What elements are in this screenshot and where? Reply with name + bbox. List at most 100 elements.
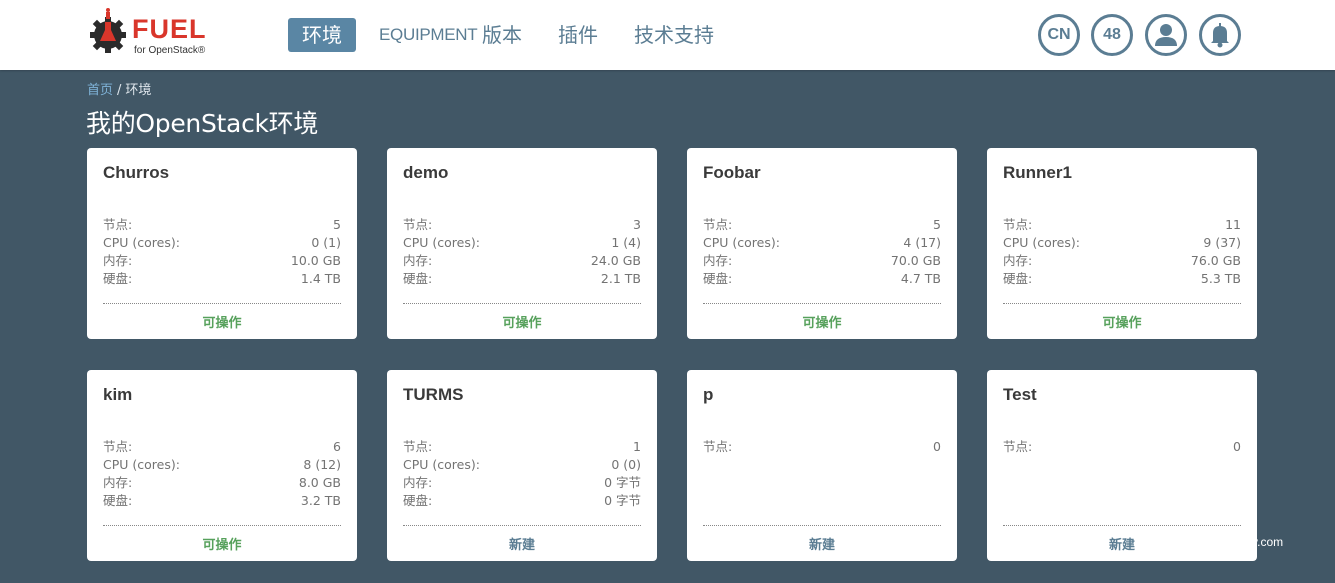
environment-name: Churros [103,163,170,182]
stat-label: 节点: [103,217,133,232]
environment-stats: 节点: 0 [703,438,941,456]
stat-value: 8 (12) [303,457,341,472]
environment-name: Test [1003,385,1037,404]
stat-label: CPU (cores): [403,457,480,472]
stat-label: 节点: [403,439,433,454]
stat-label: 节点: [1003,439,1033,454]
environment-stats: 节点: 3 CPU (cores): 1 (4) 内存: 24.0 GB 硬盘: 2.1 TB [403,216,641,288]
environment-card[interactable]: Foobar 节点: 5 CPU (cores): 4 (17) 内存: 70.0 GB 硬盘… [687,148,957,339]
stat-row: 硬盘: 2.1 TB [403,270,641,288]
stat-label: 内存: [1003,253,1033,268]
notification-count-button[interactable]: 48 [1091,14,1133,56]
environment-status: 新建 [1108,538,1135,553]
card-divider [703,303,941,304]
stat-value: 24.0 GB [590,253,641,268]
stat-label: 内存: [103,253,133,268]
environment-card[interactable]: demo 节点: 3 CPU (cores): 1 (4) 内存: 24.0 GB 硬盘: 2.… [387,148,657,339]
stat-row: 内存: 8.0 GB [103,474,341,492]
breadcrumb-separator: / [117,83,122,98]
environment-status: 可操作 [802,316,842,331]
stat-row: 硬盘: 4.7 TB [703,270,941,288]
environment-name: Foobar [703,163,761,182]
breadcrumb-home-link[interactable]: 首页 [87,83,113,98]
nav-equipment[interactable]: EQUIPMENT [379,18,478,52]
environment-status: 可操作 [502,316,542,331]
gear-flask-icon [90,8,126,53]
environment-card[interactable]: p 节点: 0 新建 [687,370,957,561]
stat-label: CPU (cores): [703,235,780,250]
environment-stats: 节点: 0 [1003,438,1241,456]
fuel-logo[interactable]: FUEL for OpenStack® [88,8,218,60]
environment-status: 新建 [508,538,535,553]
user-menu-button[interactable] [1145,14,1187,56]
stat-label: 节点: [103,439,133,454]
stat-value: 4 (17) [903,235,941,250]
logo-subtitle: for OpenStack® [134,45,206,56]
stat-row: 节点: 5 [103,216,341,234]
environment-card[interactable]: Test 节点: 0 新建 [987,370,1257,561]
stat-row: 节点: 5 [703,216,941,234]
stat-row: CPU (cores): 9 (37) [1003,234,1241,252]
stat-value: 1 [633,439,641,454]
stat-label: 节点: [1003,217,1033,232]
logo-title: FUEL [132,14,207,44]
stat-row: CPU (cores): 1 (4) [403,234,641,252]
stat-value: 6 [333,439,341,454]
stat-value: 2.1 TB [600,271,641,286]
stat-row: CPU (cores): 0 (0) [403,456,641,474]
environment-card[interactable]: kim 节点: 6 CPU (cores): 8 (12) 内存: 8.0 GB 硬盘: 3.2… [87,370,357,561]
stat-label: 节点: [703,439,733,454]
stat-value: 0 字节 [604,493,641,508]
stat-label: 节点: [403,217,433,232]
stat-row: 节点: 3 [403,216,641,234]
environment-stats: 节点: 5 CPU (cores): 0 (1) 内存: 10.0 GB 硬盘: 1.4 TB [103,216,341,288]
stat-label: 内存: [703,253,733,268]
stat-value: 1.4 TB [300,271,341,286]
stat-row: 节点: 1 [403,438,641,456]
stat-label: 硬盘: [403,493,433,508]
language-button[interactable]: CN [1038,14,1080,56]
environment-card[interactable]: Churros 节点: 5 CPU (cores): 0 (1) 内存: 10.0 GB 硬盘… [87,148,357,339]
stat-label: 硬盘: [703,271,733,286]
watermark: iyunv.com [1230,535,1284,549]
environment-stats: 节点: 1 CPU (cores): 0 (0) 内存: 0 字节 硬盘: 0 字节 [403,438,641,510]
stat-label: 硬盘: [1003,271,1033,286]
stat-row: 硬盘: 1.4 TB [103,270,341,288]
stat-row: 内存: 10.0 GB [103,252,341,270]
environment-card[interactable]: TURMS 节点: 1 CPU (cores): 0 (0) 内存: 0 字节 硬盘: 0 字节… [387,370,657,561]
stat-label: CPU (cores): [103,235,180,250]
environment-name: Runner1 [1003,163,1072,182]
stat-value: 8.0 GB [298,475,341,490]
stat-value: 0 (0) [611,457,641,472]
stat-label: 硬盘: [103,271,133,286]
nav-plugins[interactable]: 插件 [558,18,598,52]
stat-label: CPU (cores): [403,235,480,250]
notifications-button[interactable] [1199,14,1241,56]
nav-environments[interactable]: 环境 [288,18,356,52]
nav-support[interactable]: 技术支持 [634,18,714,52]
top-navbar: FUEL for OpenStack® 环境 EQUIPMENT 版本 插件 技… [0,0,1335,70]
environment-status: 可操作 [202,538,242,553]
environment-name: demo [403,163,449,182]
stat-value: 4.7 TB [900,271,941,286]
stat-row: 内存: 24.0 GB [403,252,641,270]
stat-value: 70.0 GB [890,253,941,268]
stat-row: CPU (cores): 4 (17) [703,234,941,252]
environment-status: 可操作 [1102,316,1142,331]
stat-label: 硬盘: [403,271,433,286]
environment-status: 新建 [808,538,835,553]
environment-card[interactable]: Runner1 节点: 11 CPU (cores): 9 (37) 内存: 76.0 GB… [987,148,1257,339]
breadcrumb: 首页 / 环境 [87,79,151,98]
stat-label: CPU (cores): [1003,235,1080,250]
stat-row: CPU (cores): 0 (1) [103,234,341,252]
stat-row: 硬盘: 3.2 TB [103,492,341,510]
stat-value: 3 [633,217,641,232]
stat-label: 内存: [103,475,133,490]
stat-label: CPU (cores): [103,457,180,472]
nav-releases[interactable]: 版本 [482,18,522,52]
stat-row: 内存: 0 字节 [403,474,641,492]
card-divider [403,303,641,304]
stat-label: 硬盘: [103,493,133,508]
stat-row: 内存: 76.0 GB [1003,252,1241,270]
stat-value: 0 (1) [311,235,341,250]
